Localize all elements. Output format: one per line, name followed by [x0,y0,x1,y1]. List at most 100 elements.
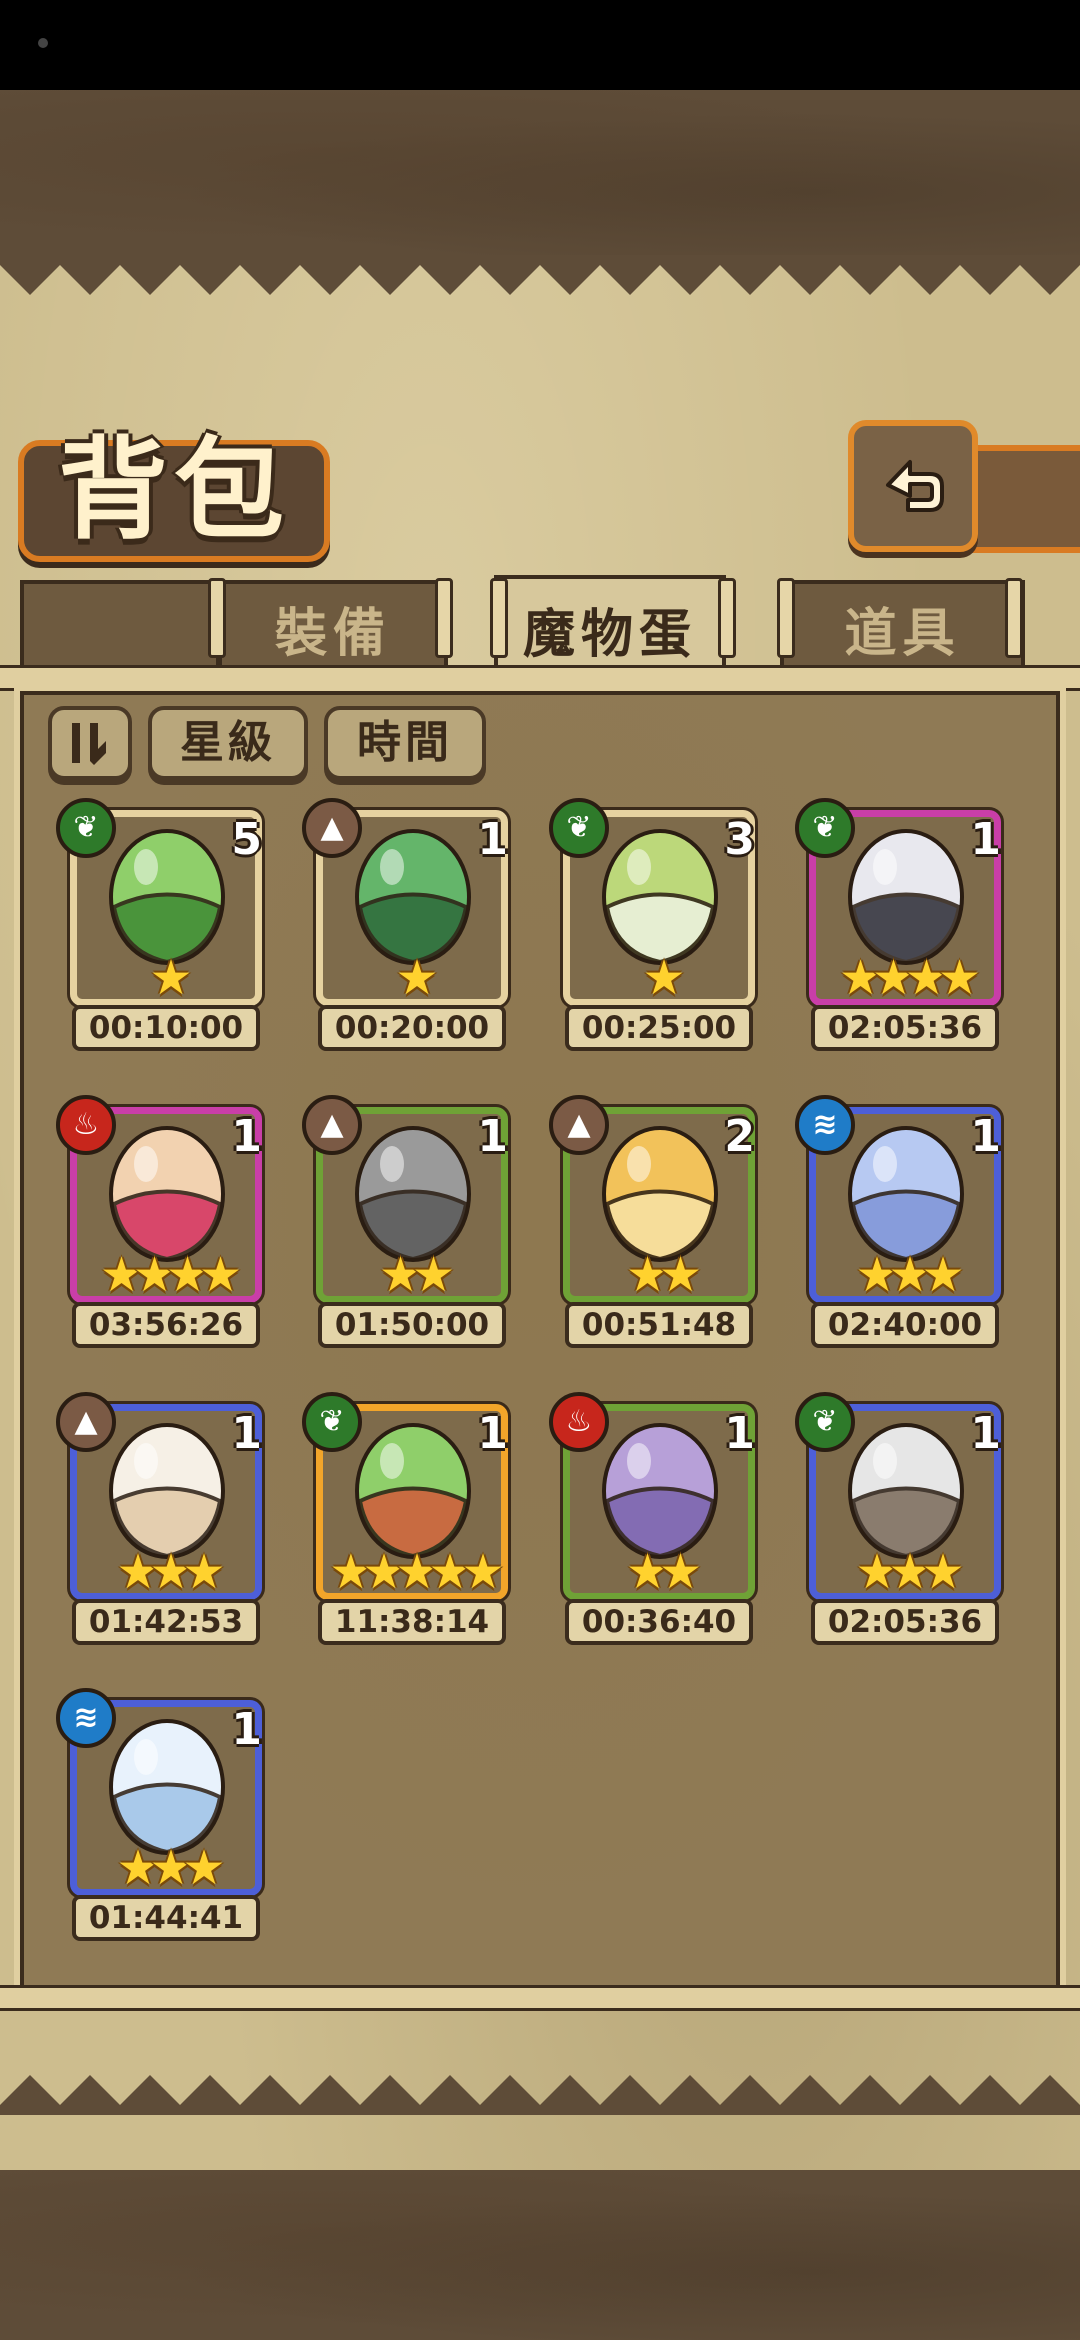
star-icon: ★ [642,950,685,1006]
star-rating: ★★★ [70,1840,262,1896]
hatch-timer: 00:10:00 [72,1005,260,1051]
egg-card[interactable]: ▲ 1 ★★★ 01:42:53 [56,1392,272,1654]
grass-icon: ❦ [549,798,609,858]
star-icon: ★ [329,1544,372,1600]
camera-dot [38,38,48,48]
egg-count: 1 [231,1408,262,1459]
water-icon: ≋ [795,1095,855,1155]
egg-card[interactable]: ▲ 1 ★ 00:20:00 [302,798,518,1060]
egg-card[interactable]: ≋ 1 ★★★ 01:44:41 [56,1688,272,1950]
hatch-timer: 00:51:48 [565,1302,753,1348]
egg-count: 3 [724,814,755,865]
egg-card[interactable]: ≋ 1 ★★★ 02:40:00 [795,1095,1011,1357]
earth-icon: ▲ [302,1095,362,1155]
star-rating: ★ [70,950,262,1006]
star-icon: ★ [659,1544,702,1600]
star-icon: ★ [938,950,981,1006]
tab-equipment[interactable]: 裝備 [218,580,448,675]
star-icon: ★ [412,1247,455,1303]
sort-order-button[interactable] [48,706,132,780]
egg-card[interactable]: ❦ 1 ★★★★★ 11:38:14 [302,1392,518,1654]
star-rating: ★★★ [809,1544,1001,1600]
egg-count: 1 [970,1408,1001,1459]
star-rating: ★★★★ [809,950,1001,1006]
hatch-timer: 01:50:00 [318,1302,506,1348]
star-rating: ★ [316,950,508,1006]
star-rating: ★★★★ [70,1247,262,1303]
hatch-timer: 01:42:53 [72,1599,260,1645]
panel-bottom-rail [0,1985,1080,2011]
back-button[interactable] [848,420,978,552]
egg-count: 1 [477,1408,508,1459]
tab-post [208,578,226,658]
star-rating: ★★ [563,1247,755,1303]
map-background-top [0,90,1080,260]
star-icon: ★ [921,1247,965,1303]
map-background-bottom [0,2170,1080,2340]
egg-card[interactable]: ▲ 2 ★★ 00:51:48 [549,1095,765,1357]
tab-post [490,578,508,658]
egg-count: 1 [477,814,508,865]
egg-card[interactable]: ❦ 5 ★ 00:10:00 [56,798,272,1060]
star-icon: ★ [116,1840,159,1896]
egg-card[interactable]: ❦ 3 ★ 00:25:00 [549,798,765,1060]
egg-count: 1 [231,1111,262,1162]
hatch-timer: 00:20:00 [318,1005,506,1051]
star-icon: ★ [888,1247,931,1303]
egg-count: 5 [231,814,262,865]
star-icon: ★ [166,1247,209,1303]
zigzag-edge-bottom [0,2075,1080,2115]
tab-blank [20,580,220,675]
earth-icon: ▲ [56,1392,116,1452]
egg-card[interactable]: ♨ 1 ★★★★ 03:56:26 [56,1095,272,1357]
star-rating: ★★★★★ [316,1544,508,1600]
star-icon: ★ [378,1247,422,1303]
water-icon: ≋ [56,1688,116,1748]
egg-card[interactable]: ❦ 1 ★★★ 02:05:36 [795,1392,1011,1654]
star-icon: ★ [182,1544,226,1600]
star-icon: ★ [362,1544,405,1600]
star-rating: ★★★ [809,1247,1001,1303]
star-icon: ★ [395,950,438,1006]
star-icon: ★ [625,1544,669,1600]
grass-icon: ❦ [795,798,855,858]
star-icon: ★ [395,1544,438,1600]
zigzag-edge-top [0,255,1080,295]
star-icon: ★ [116,1544,159,1600]
tab-post [777,578,795,658]
star-icon: ★ [99,1247,143,1303]
status-bar [0,0,1080,90]
star-icon: ★ [182,1840,226,1896]
star-icon: ★ [905,950,948,1006]
egg-card[interactable]: ❦ 1 ★★★★ 02:05:36 [795,798,1011,1060]
star-icon: ★ [149,950,192,1006]
page-title: 背包 [58,425,290,554]
fire-icon: ♨ [549,1392,609,1452]
star-icon: ★ [855,1247,898,1303]
hatch-timer: 03:56:26 [72,1302,260,1348]
egg-card[interactable]: ▲ 1 ★★ 01:50:00 [302,1095,518,1357]
sort-by-stars-button[interactable]: 星級 [148,706,308,780]
egg-count: 1 [724,1408,755,1459]
star-icon: ★ [461,1544,505,1600]
tab-items[interactable]: 道具 [780,580,1025,675]
hatch-timer: 02:40:00 [811,1302,999,1348]
egg-card[interactable]: ♨ 1 ★★ 00:36:40 [549,1392,765,1654]
tab-post [1005,578,1023,658]
grass-icon: ❦ [56,798,116,858]
star-icon: ★ [921,1544,965,1600]
star-icon: ★ [149,1840,192,1896]
sort-by-time-button[interactable]: 時間 [324,706,486,780]
return-arrow-icon [886,460,944,512]
hatch-timer: 11:38:14 [318,1599,506,1645]
egg-count: 1 [970,814,1001,865]
star-icon: ★ [888,1544,931,1600]
tab-post [718,578,736,658]
star-icon: ★ [132,1247,176,1303]
star-rating: ★★★ [70,1544,262,1600]
star-icon: ★ [428,1544,472,1600]
star-icon: ★ [838,950,882,1006]
star-icon: ★ [659,1247,702,1303]
star-icon: ★ [199,1247,242,1303]
star-icon: ★ [871,950,915,1006]
